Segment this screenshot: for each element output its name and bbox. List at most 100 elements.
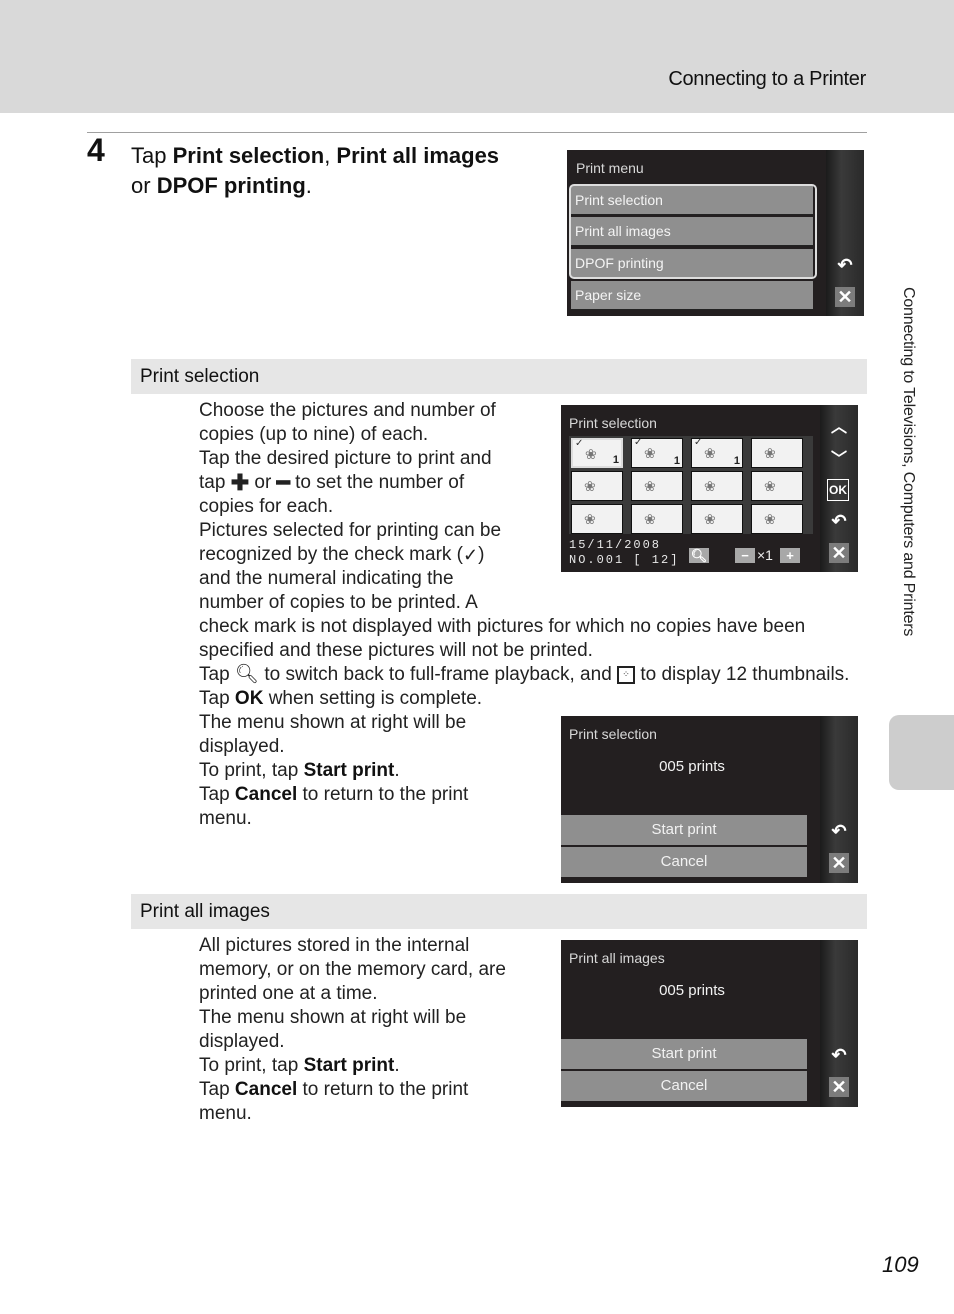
- close-icon[interactable]: ✕: [829, 1077, 849, 1097]
- step-text: ,: [324, 143, 337, 168]
- thumbnail[interactable]: ❀ ✓ 1: [631, 437, 683, 468]
- step-number: 4: [87, 132, 105, 168]
- text-span: .: [394, 1055, 400, 1076]
- step-option: Print selection: [172, 143, 325, 168]
- text-line: specified and these pictures will not be…: [199, 640, 593, 662]
- photo-icon: ❀: [764, 478, 776, 494]
- screen-title: Print menu: [576, 160, 644, 176]
- menu-item-paper-size[interactable]: Paper size: [571, 281, 813, 310]
- chapter-tab: [889, 715, 954, 790]
- close-icon[interactable]: ✕: [835, 287, 855, 307]
- cancel-button[interactable]: Cancel: [561, 1071, 807, 1101]
- text-span: Tap: [199, 688, 235, 710]
- text-line: Tap OK when setting is complete.: [199, 687, 859, 711]
- thumbnail[interactable]: ❀: [631, 471, 683, 501]
- plus-button[interactable]: +: [780, 548, 800, 563]
- text-span: to switch back to full-frame playback, a…: [259, 664, 618, 686]
- text-line: All pictures stored in the internal: [199, 935, 470, 956]
- check-mark-icon: ✓: [463, 545, 479, 566]
- chapter-section-title: Connecting to a Printer: [668, 68, 866, 90]
- print-menu-screen: Print menu Print selection Print all ima…: [567, 150, 864, 316]
- text-line: memory, or on the memory card, are: [199, 959, 506, 980]
- minus-icon: ━: [276, 470, 290, 495]
- chapter-side-label: Connecting to Televisions, Computers and…: [900, 287, 917, 637]
- back-icon[interactable]: ↶: [829, 1045, 849, 1065]
- text-line: displayed.: [199, 1031, 285, 1052]
- text-line: printed one at a time.: [199, 983, 378, 1004]
- text-span: Tap: [199, 664, 235, 686]
- back-icon[interactable]: ↶: [829, 511, 849, 531]
- thumbnail[interactable]: ❀: [751, 438, 803, 468]
- selection-highlight: [569, 184, 817, 279]
- scroll-down-icon[interactable]: ﹀: [829, 447, 849, 468]
- text-span: To print, tap: [199, 1055, 304, 1076]
- print-count: 005 prints: [659, 982, 725, 999]
- text-line: Tap Cancel to return to the print: [199, 1078, 539, 1102]
- photo-icon: ❀: [644, 445, 656, 461]
- check-mark-icon: ✓: [575, 438, 584, 449]
- header-band: [0, 0, 954, 113]
- text-bold: Cancel: [234, 784, 298, 806]
- copies-readout: ×1: [757, 547, 773, 563]
- ok-icon: OK: [234, 688, 264, 710]
- text-line: Tap 🔍︎ to switch back to full-frame play…: [199, 663, 859, 687]
- print-all-body: All pictures stored in the internal memo…: [199, 934, 539, 1126]
- text-bold: Start print: [303, 1055, 395, 1076]
- copy-count: 1: [673, 455, 680, 467]
- copy-count: 1: [733, 455, 740, 467]
- back-icon[interactable]: ↶: [829, 821, 849, 841]
- file-number-readout: NO.001 [ 12]: [569, 553, 680, 567]
- step-option: DPOF printing: [156, 173, 306, 198]
- photo-icon: ❀: [584, 478, 596, 494]
- magnifier-icon: 🔍︎: [234, 664, 260, 686]
- text-span: when setting is complete.: [263, 688, 483, 710]
- start-print-button[interactable]: Start print: [561, 815, 807, 845]
- thumbnail[interactable]: ❀: [751, 471, 803, 501]
- step-text: .: [305, 173, 312, 198]
- thumbnail[interactable]: ❀: [571, 471, 623, 501]
- text-span: or: [249, 472, 277, 494]
- section-heading-text: Print selection: [140, 366, 260, 387]
- thumbnail[interactable]: ❀ ✓ 1: [571, 438, 623, 468]
- close-icon[interactable]: ✕: [829, 543, 849, 563]
- divider: [87, 132, 867, 133]
- screen-title: Print selection: [569, 726, 657, 742]
- text-line: menu.: [199, 1103, 252, 1124]
- thumbnail[interactable]: ❀: [691, 471, 743, 501]
- section-heading-print-selection: Print selection: [131, 359, 867, 394]
- thumbnail[interactable]: ❀: [571, 504, 623, 534]
- photo-icon: ❀: [584, 511, 596, 527]
- scroll-up-icon[interactable]: ︿: [829, 415, 849, 436]
- photo-icon: ❀: [764, 511, 776, 527]
- section-heading-print-all-images: Print all images: [131, 894, 867, 929]
- date-readout: 15/11/2008: [569, 538, 662, 552]
- photo-icon: ❀: [704, 478, 716, 494]
- thumbnail[interactable]: ❀ ✓ 1: [691, 437, 743, 468]
- zoom-button[interactable]: 🔍︎: [689, 548, 709, 563]
- thumbnail[interactable]: ❀: [751, 504, 803, 534]
- photo-icon: ❀: [764, 445, 776, 461]
- ok-button[interactable]: OK: [827, 479, 849, 501]
- text-span: to return to the print: [297, 784, 469, 806]
- thumbnail[interactable]: ❀: [631, 504, 683, 534]
- close-icon[interactable]: ✕: [829, 853, 849, 873]
- print-count: 005 prints: [659, 758, 725, 775]
- text-line: number of copies to be printed. A: [199, 592, 478, 614]
- photo-icon: ❀: [644, 511, 656, 527]
- minus-button[interactable]: −: [735, 548, 755, 563]
- back-icon[interactable]: ↶: [835, 255, 855, 275]
- text-span: recognized by the check mark (: [199, 544, 464, 566]
- text-span: to set the number of: [289, 472, 465, 494]
- photo-icon: ❀: [585, 446, 597, 462]
- cancel-button[interactable]: Cancel: [561, 847, 807, 877]
- print-all-confirm-screen: Print all images 005 prints Start print …: [561, 940, 858, 1107]
- step-text: or: [131, 173, 157, 198]
- photo-icon: ❀: [644, 478, 656, 494]
- start-print-button[interactable]: Start print: [561, 1039, 807, 1069]
- step-instruction: Tap Print selection, Print all images or…: [131, 141, 551, 201]
- plus-icon: ✚: [230, 470, 250, 495]
- step-option: Print all images: [336, 143, 500, 168]
- screen-title: Print selection: [569, 415, 657, 431]
- text-span: Tap: [199, 784, 235, 806]
- thumbnail[interactable]: ❀: [691, 504, 743, 534]
